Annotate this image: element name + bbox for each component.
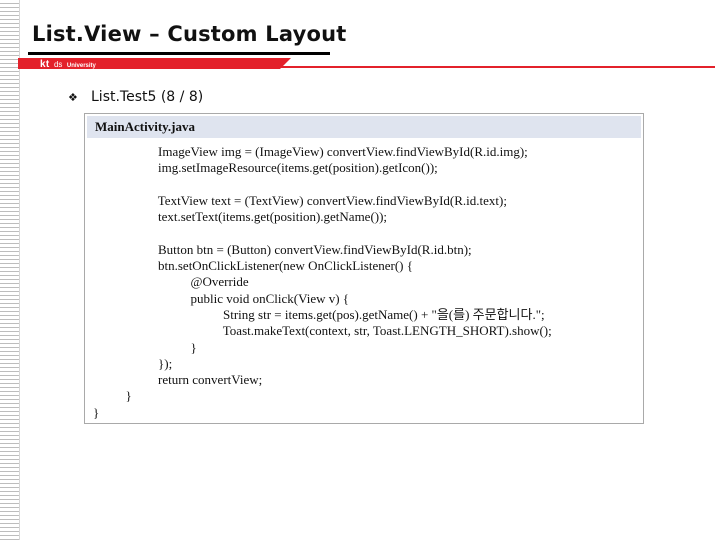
bullet-line: ❖ List.Test5 (8 / 8)	[68, 89, 203, 105]
code-line: @Override	[93, 274, 249, 290]
title-underline	[28, 52, 330, 55]
code-line: }	[93, 388, 132, 404]
brand-red-band: kt ds University	[18, 57, 291, 72]
code-line: });	[93, 355, 173, 371]
code-line: btn.setOnClickListener(new OnClickListen…	[93, 258, 413, 274]
code-line: img.setImageResource(items.get(position)…	[93, 160, 438, 176]
code-line: }	[93, 339, 197, 355]
code-body: ImageView img = (ImageView) convertView.…	[93, 144, 639, 421]
brand-university: University	[66, 63, 96, 69]
brand-kt: kt	[40, 59, 50, 70]
brand-logo: kt ds University	[40, 57, 96, 72]
code-line: String str = items.get(pos).getName() + …	[93, 306, 545, 322]
code-line: }	[93, 404, 100, 420]
brand-bar: kt ds University	[18, 57, 715, 72]
code-filename: MainActivity.java	[87, 116, 641, 138]
code-box: MainActivity.java ImageView img = (Image…	[84, 113, 644, 424]
brand-ds: ds	[53, 60, 63, 69]
code-line: Button btn = (Button) convertView.findVi…	[93, 241, 472, 257]
left-decorative-stripe	[0, 0, 20, 540]
bullet-text: List.Test5 (8 / 8)	[91, 89, 204, 105]
code-line: ImageView img = (ImageView) convertView.…	[93, 144, 528, 159]
code-line: public void onClick(View v) {	[93, 290, 350, 306]
brand-rule	[273, 66, 715, 68]
code-line: TextView text = (TextView) convertView.f…	[93, 192, 507, 208]
code-line: text.setText(items.get(position).getName…	[93, 209, 388, 225]
code-line: return convertView;	[93, 372, 263, 388]
slide-title: List.View – Custom Layout	[32, 22, 347, 46]
code-line: Toast.makeText(context, str, Toast.LENGT…	[93, 323, 552, 339]
diamond-bullet-icon: ❖	[68, 90, 78, 104]
